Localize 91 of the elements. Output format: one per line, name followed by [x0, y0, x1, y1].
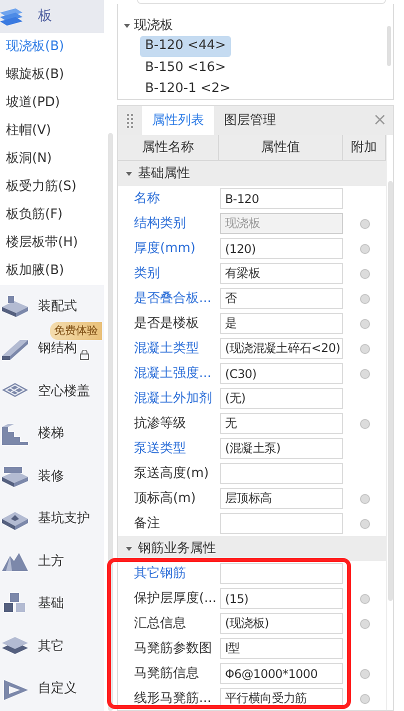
property-link[interactable]: 混凝土类型 [118, 336, 219, 361]
sidebar-group[interactable]: 基坑支护 [38, 509, 90, 528]
attach-radio[interactable] [360, 518, 370, 528]
value-field[interactable]: (现浇板) [220, 613, 343, 634]
property-name: 抗渗等级 [133, 414, 187, 433]
attach-radio[interactable] [360, 594, 370, 604]
property-name: 马凳筋信息 [133, 664, 200, 683]
value-field[interactable]: (现浇混凝土碎石<20) [220, 338, 343, 359]
value-field[interactable]: (混凝土泵) [220, 438, 343, 459]
sidebar-group[interactable]: 装配式 [38, 296, 77, 316]
sidebar-group[interactable]: 自定义 [38, 679, 77, 698]
tree-item[interactable]: B-150 <16> [140, 56, 231, 78]
value-field[interactable]: (C30) [220, 363, 343, 384]
property-link[interactable]: 是否叠合板... [118, 286, 219, 311]
value-field[interactable]: 层顶标高 [220, 488, 343, 509]
column-header: 属性值 [219, 135, 343, 161]
value-field[interactable]: (120) [220, 238, 343, 259]
property-name: 保护层厚度(... [133, 590, 218, 608]
sidebar-group[interactable]: 基础 [38, 594, 64, 614]
sidebar-item[interactable]: 坡道(PD) [0, 89, 104, 117]
value-field[interactable]: 有梁板 [220, 263, 343, 284]
section-header[interactable]: 钢筋业务属性 [118, 536, 386, 561]
sidebar-item[interactable]: 楼层板带(H) [0, 229, 104, 257]
property-name: 马凳筋参数图 [133, 640, 213, 658]
tab[interactable]: 图层管理 [214, 106, 286, 135]
property-link[interactable]: 混凝土外加剂 [118, 386, 219, 411]
sidebar-group[interactable]: 土方 [38, 552, 64, 571]
property-name: 是否是楼板 [133, 314, 200, 333]
tab[interactable]: 属性列表 [142, 106, 214, 135]
attach-radio[interactable] [360, 618, 370, 628]
column-header: 属性名称 [118, 135, 219, 161]
sidebar-group[interactable]: 装修 [38, 466, 64, 486]
sidebar-group[interactable]: 其它 [38, 636, 64, 656]
value-field[interactable] [220, 463, 343, 484]
expand-caret-icon[interactable] [126, 172, 132, 176]
attach-radio[interactable] [360, 418, 370, 428]
attach-radio[interactable] [360, 318, 370, 328]
property-link[interactable]: 类别 [118, 261, 219, 286]
tree-item[interactable]: B-120-1 <2> [140, 78, 236, 99]
value-field[interactable]: 是 [220, 313, 343, 334]
value-field[interactable]: 无 [220, 413, 343, 434]
attach-radio[interactable] [360, 494, 370, 504]
sidebar-group[interactable]: 楼梯 [38, 424, 64, 444]
property-link[interactable]: 名称 [118, 186, 219, 211]
expand-caret-icon[interactable] [124, 24, 130, 28]
section-title: 基础属性 [138, 164, 190, 183]
value-field[interactable]: (15) [220, 588, 343, 609]
attach-radio[interactable] [360, 268, 370, 278]
sidebar-group[interactable]: 钢结构 [38, 339, 77, 358]
scrollbar-thumb[interactable] [388, 181, 393, 601]
property-link[interactable]: 厚度(mm) [118, 236, 219, 261]
section-header[interactable]: 基础属性 [118, 161, 386, 186]
value-field[interactable]: 否 [220, 288, 343, 309]
sidebar-item[interactable]: 柱帽(V) [0, 117, 104, 145]
column-header: 附加 [343, 135, 386, 161]
block-icon [0, 293, 30, 320]
attach-radio[interactable] [360, 344, 370, 354]
expand-caret-icon[interactable] [126, 546, 132, 550]
tree-item[interactable]: B-120 <44> [140, 36, 231, 57]
tree-group-label[interactable]: 现浇板 [134, 16, 173, 36]
attach-radio[interactable] [360, 694, 370, 704]
attach-radio[interactable] [360, 368, 370, 378]
property-link[interactable]: 泵送类型 [118, 436, 219, 461]
free-trial-badge: 免费体验 [50, 322, 102, 340]
sidebar-item[interactable]: 螺旋板(B) [0, 61, 104, 89]
sidebar-item[interactable]: 板洞(N) [0, 145, 104, 173]
sidebar-item[interactable]: 现浇板(B) [0, 33, 104, 61]
property-link[interactable]: 其它钢筋 [118, 561, 219, 586]
value-field[interactable]: B-120 [220, 188, 343, 209]
scrollbar-thumb[interactable] [108, 133, 113, 711]
property-name: 泵送高度(m) [133, 464, 210, 483]
section-title: 钢筋业务属性 [138, 540, 216, 558]
drag-handle-icon[interactable] [126, 114, 134, 128]
attach-radio[interactable] [360, 244, 370, 254]
value-field[interactable]: Ⅰ型 [220, 638, 343, 659]
sidebar-item[interactable]: 板负筋(F) [0, 201, 104, 229]
property-name: 备注 [133, 514, 161, 533]
sidebar-item[interactable]: 板加腋(B) [0, 257, 104, 285]
sidebar-item[interactable]: 板受力筋(S) [0, 173, 104, 201]
attach-radio[interactable] [360, 668, 370, 678]
value-field[interactable] [220, 563, 343, 584]
property-name: 顶标高(m) [133, 490, 197, 508]
value-field[interactable]: Φ6@1000*1000 [220, 663, 343, 684]
property-name: 线形马凳筋... [133, 690, 212, 708]
category-label[interactable]: 板 [38, 6, 52, 27]
value-field[interactable] [220, 513, 343, 534]
property-link[interactable]: 混凝土强度... [118, 361, 219, 386]
sidebar-group[interactable]: 空心楼盖 [38, 382, 90, 401]
attach-radio[interactable] [360, 294, 370, 304]
property-name: 汇总信息 [133, 614, 187, 633]
value-field[interactable]: (无) [220, 388, 343, 409]
